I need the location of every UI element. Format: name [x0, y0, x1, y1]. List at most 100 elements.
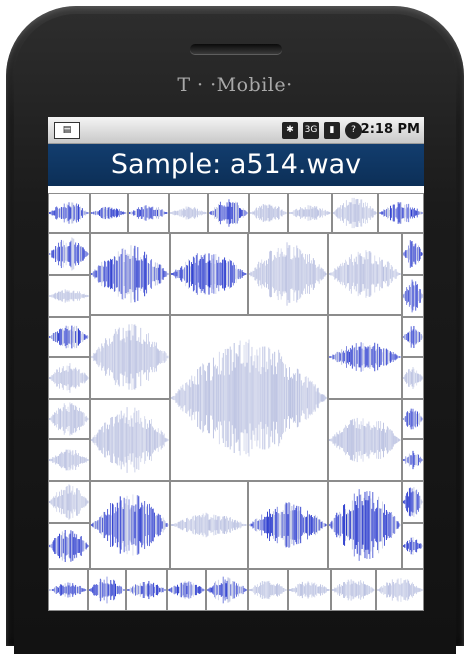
- status-bar: ▤ ✱ 3G ▮ ? 2:18 PM: [48, 117, 424, 144]
- waveform-tile[interactable]: [48, 275, 90, 317]
- waveform-tile[interactable]: [402, 439, 424, 481]
- waveform-graphic: [403, 279, 423, 313]
- waveform-tile[interactable]: [90, 399, 170, 481]
- waveform-tile[interactable]: [170, 315, 328, 481]
- waveform-tile[interactable]: [328, 399, 402, 481]
- phone-device: T · ·Mobile· ▤ ✱ 3G ▮ ? 2:18 PM Sample: …: [0, 0, 470, 654]
- waveform-tile[interactable]: [208, 193, 249, 233]
- waveform-graphic: [171, 512, 247, 538]
- waveform-graphic: [207, 576, 247, 604]
- waveform-tile[interactable]: [48, 357, 90, 399]
- waveform-graphic: [249, 580, 287, 600]
- waveform-graphic: [49, 363, 89, 393]
- waveform-grid: [48, 193, 424, 611]
- waveform-graphic: [91, 494, 169, 556]
- bluetooth-icon: ✱: [282, 121, 298, 139]
- waveform-tile[interactable]: [48, 233, 90, 275]
- waveform-tile[interactable]: [90, 481, 170, 569]
- waveform-graphic: [403, 240, 423, 268]
- waveform-graphic: [332, 579, 375, 601]
- waveform-tile[interactable]: [402, 523, 424, 569]
- waveform-tile[interactable]: [376, 569, 424, 611]
- waveform-graphic: [49, 582, 87, 598]
- waveform-tile[interactable]: [288, 569, 331, 611]
- waveform-graphic: [403, 487, 423, 517]
- waveform-tile[interactable]: [378, 193, 424, 233]
- waveform-graphic: [403, 450, 423, 470]
- waveform-tile[interactable]: [170, 233, 248, 315]
- waveform-graphic: [249, 242, 327, 306]
- waveform-tile[interactable]: [402, 481, 424, 523]
- waveform-graphic: [168, 580, 205, 600]
- waveform-graphic: [403, 408, 423, 430]
- waveform-graphic: [333, 197, 377, 229]
- waveform-tile[interactable]: [90, 193, 128, 233]
- waveform-graphic: [91, 206, 127, 220]
- app-title: Sample: a514.wav: [48, 144, 424, 186]
- waveform-tile[interactable]: [248, 233, 328, 315]
- waveform-tile[interactable]: [169, 193, 208, 233]
- waveform-graphic: [49, 289, 89, 303]
- waveform-graphic: [250, 204, 287, 222]
- waveform-tile[interactable]: [170, 481, 248, 569]
- waveform-tile[interactable]: [48, 317, 90, 357]
- waveform-graphic: [91, 323, 169, 391]
- waveform-graphic: [403, 366, 423, 390]
- waveform-graphic: [289, 205, 331, 221]
- waveform-tile[interactable]: [48, 193, 90, 233]
- waveform-tile[interactable]: [331, 569, 376, 611]
- waveform-graphic: [209, 199, 248, 227]
- status-icons: ✱ 3G ▮ ?: [282, 121, 362, 139]
- waveform-graphic: [49, 202, 89, 224]
- waveform-graphic: [329, 489, 401, 561]
- waveform-tile[interactable]: [249, 193, 288, 233]
- waveform-tile[interactable]: [402, 233, 424, 275]
- waveform-graphic: [49, 484, 89, 520]
- waveform-tile[interactable]: [328, 481, 402, 569]
- help-icon: ?: [345, 121, 362, 139]
- waveform-tile[interactable]: [288, 193, 332, 233]
- waveform-tile[interactable]: [206, 569, 248, 611]
- waveform-graphic: [171, 339, 327, 457]
- waveform-graphic: [49, 529, 89, 563]
- waveform-tile[interactable]: [48, 439, 90, 481]
- waveform-tile[interactable]: [328, 315, 402, 399]
- waveform-tile[interactable]: [402, 399, 424, 439]
- waveform-graphic: [171, 253, 247, 295]
- signal-icon: ▮: [324, 121, 340, 139]
- network-3g-icon: 3G: [303, 121, 319, 139]
- waveform-graphic: [329, 417, 401, 463]
- waveform-tile[interactable]: [48, 569, 88, 611]
- waveform-graphic: [170, 206, 207, 220]
- waveform-graphic: [49, 449, 89, 471]
- waveform-tile[interactable]: [328, 233, 402, 315]
- waveform-tile[interactable]: [167, 569, 206, 611]
- waveform-graphic: [89, 576, 125, 604]
- carrier-logo: T · ·Mobile·: [177, 74, 293, 96]
- waveform-graphic: [129, 205, 168, 221]
- waveform-graphic: [49, 237, 89, 271]
- waveform-graphic: [377, 578, 423, 602]
- waveform-graphic: [289, 581, 330, 599]
- waveform-tile[interactable]: [88, 569, 126, 611]
- waveform-tile[interactable]: [248, 569, 288, 611]
- waveform-graphic: [49, 325, 89, 349]
- waveform-tile[interactable]: [332, 193, 378, 233]
- waveform-graphic: [249, 502, 327, 548]
- waveform-tile[interactable]: [90, 233, 170, 315]
- waveform-tile[interactable]: [128, 193, 169, 233]
- notification-icon[interactable]: ▤: [54, 122, 80, 139]
- waveform-tile[interactable]: [402, 357, 424, 399]
- waveform-tile[interactable]: [48, 481, 90, 523]
- waveform-tile[interactable]: [402, 317, 424, 357]
- status-clock: 2:18 PM: [360, 122, 420, 137]
- waveform-graphic: [49, 402, 89, 436]
- waveform-tile[interactable]: [48, 399, 90, 439]
- waveform-tile[interactable]: [48, 523, 90, 569]
- waveform-tile[interactable]: [402, 275, 424, 317]
- screen: ▤ ✱ 3G ▮ ? 2:18 PM Sample: a514.wav: [48, 117, 424, 611]
- waveform-graphic: [403, 537, 423, 555]
- waveform-tile[interactable]: [248, 481, 328, 569]
- waveform-tile[interactable]: [126, 569, 167, 611]
- waveform-tile[interactable]: [90, 315, 170, 399]
